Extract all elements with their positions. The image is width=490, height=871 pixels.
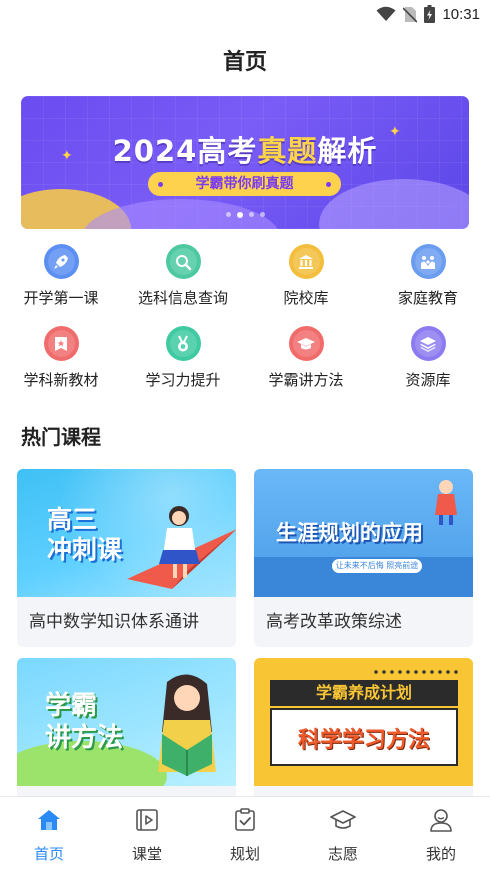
quick-link-item[interactable]: 院校库 — [246, 244, 366, 308]
quick-link-item[interactable]: 选科信息查询 — [123, 244, 243, 308]
banner-headline-highlight: 真题 — [257, 134, 318, 168]
nav-tab-plan[interactable]: 规划 — [196, 797, 294, 871]
quick-link-label: 资源库 — [405, 371, 451, 389]
carousel-dot-active — [236, 211, 243, 218]
quick-link-label: 学科新教材 — [23, 371, 99, 389]
home-icon — [38, 810, 60, 830]
carousel-dot — [248, 212, 254, 217]
nav-label: 我的 — [425, 845, 456, 863]
play-book-icon — [136, 809, 158, 831]
section-title-hot-courses: 热门课程 — [21, 425, 101, 449]
nav-tab-home[interactable]: 首页 — [0, 797, 98, 871]
course-thumb-text: 学霸 讲方法 — [45, 691, 124, 753]
page-title: 首页 — [222, 50, 267, 75]
banner-headline-text: 2024高考 — [112, 134, 258, 168]
layers-icon — [410, 326, 446, 361]
user-icon — [430, 809, 452, 832]
nav-label: 课堂 — [131, 845, 162, 863]
course-card[interactable]: 生涯规划的应用 让未来不后悔 照亮前途 高考改革政策综述 — [254, 469, 473, 647]
banner-headline-text: 解析 — [317, 134, 378, 168]
carousel-dot — [225, 212, 231, 217]
nav-tab-profile[interactable]: 我的 — [392, 797, 490, 871]
thumb-dots — [372, 670, 462, 674]
nav-tab-classroom[interactable]: 课堂 — [98, 797, 196, 871]
bottom-navigation: 首页 课堂 规划 志愿 我的 — [0, 796, 490, 871]
building-icon — [288, 244, 324, 279]
course-title: 高考改革政策综述 — [266, 612, 402, 632]
carousel-indicator — [21, 211, 469, 218]
status-time: 10:31 — [442, 5, 480, 23]
student-reading-illustration — [158, 674, 216, 776]
course-thumbnail: 学霸养成计划 科学学习方法 — [254, 658, 473, 786]
family-icon — [410, 244, 446, 279]
graduation-cap-icon — [330, 810, 356, 829]
nav-tab-application[interactable]: 志愿 — [294, 797, 392, 871]
quick-link-label: 家庭教育 — [397, 289, 458, 307]
student-illustration — [435, 480, 457, 525]
graduation-cap-icon — [288, 326, 324, 361]
quick-link-label: 院校库 — [283, 289, 329, 307]
nav-label: 首页 — [33, 845, 64, 863]
quick-link-label: 开学第一课 — [23, 289, 99, 307]
quick-link-item[interactable]: 开学第一课 — [1, 244, 121, 308]
carousel-dot — [259, 212, 265, 217]
course-thumbnail: 生涯规划的应用 让未来不后悔 照亮前途 — [254, 469, 473, 597]
wifi-icon — [376, 6, 396, 21]
course-thumb-subtitle: 学霸养成计划 — [270, 680, 458, 706]
course-thumbnail: 高三 冲刺课 — [17, 469, 236, 597]
course-thumb-text: 生涯规划的应用 — [276, 521, 423, 545]
course-title: 高中数学知识体系通讲 — [29, 612, 199, 632]
nav-label: 规划 — [229, 845, 260, 863]
clipboard-check-icon — [235, 808, 255, 831]
course-thumbnail: 学霸 讲方法 — [17, 658, 236, 786]
banner-carousel[interactable]: ✦ ✦ 2024高考真题解析 学霸带你刷真题 — [21, 96, 469, 229]
book-star-icon — [43, 326, 79, 361]
course-thumb-text: 科学学习方法 — [297, 728, 430, 753]
quick-link-item[interactable]: 学习力提升 — [123, 326, 243, 390]
status-bar: 10:31 — [0, 0, 490, 28]
nav-label: 志愿 — [327, 845, 358, 863]
course-thumb-text: 高三 冲刺课 — [47, 505, 123, 564]
banner-headline: 2024高考真题解析 — [21, 128, 469, 170]
banner-pill: 学霸带你刷真题 — [148, 172, 341, 196]
student-illustration — [159, 506, 200, 578]
quick-link-item[interactable]: 家庭教育 — [368, 244, 488, 308]
medal-icon — [165, 326, 201, 361]
quick-link-item[interactable]: 学霸讲方法 — [246, 326, 366, 390]
quick-link-label: 学习力提升 — [145, 371, 221, 389]
quick-link-label: 选科信息查询 — [137, 289, 228, 307]
magnifier-icon — [165, 244, 201, 279]
course-card[interactable]: 高三 冲刺课 高中数学知识体系通讲 — [17, 469, 236, 647]
quick-link-item[interactable]: 学科新教材 — [1, 326, 121, 390]
quick-link-item[interactable]: 资源库 — [368, 326, 488, 390]
quick-link-label: 学霸讲方法 — [268, 371, 344, 389]
course-thumb-subtitle: 让未来不后悔 照亮前途 — [332, 559, 422, 573]
rocket-icon — [43, 244, 79, 279]
no-sim-icon — [403, 6, 418, 23]
battery-charging-icon — [424, 5, 436, 23]
